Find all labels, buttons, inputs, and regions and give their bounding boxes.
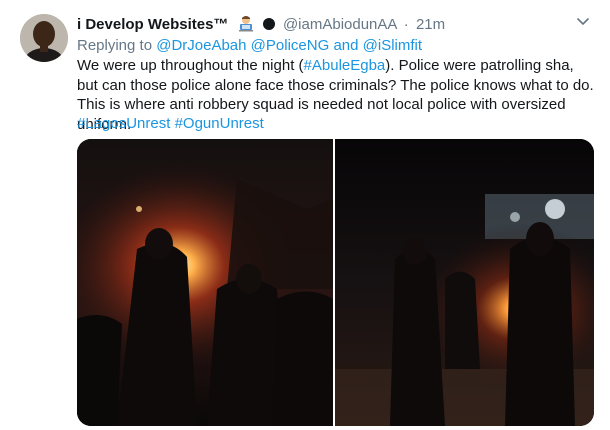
photo-left[interactable]	[77, 139, 333, 426]
tweet-text-part: We were up throughout the night (	[77, 57, 304, 74]
tweet-header: i Develop Websites™ @iamAbiodunAA · 21m	[77, 14, 597, 34]
media-grid	[77, 139, 594, 426]
hashtag-link[interactable]: #LagosUnrest	[77, 115, 170, 132]
avatar[interactable]	[20, 14, 68, 62]
separator: ·	[403, 16, 409, 33]
reply-user-link[interactable]: @iSlimfit	[363, 37, 422, 54]
reply-context: Replying to @DrJoeAbah @PoliceNG and @iS…	[77, 36, 422, 56]
black-circle-icon	[262, 18, 275, 30]
reply-user-link[interactable]: @DrJoeAbah	[156, 37, 246, 54]
hashtag-link[interactable]: #OgunUnrest	[175, 115, 264, 132]
handle[interactable]: @iamAbiodunAA	[283, 16, 397, 33]
reply-and[interactable]: and	[333, 37, 358, 54]
tweet: i Develop Websites™ @iamAbiodunAA · 21m …	[0, 0, 610, 430]
chevron-down-icon[interactable]	[574, 12, 592, 30]
man-technologist-emoji-icon	[237, 14, 255, 38]
hashtag-link[interactable]: #AbuleEgba	[304, 57, 386, 74]
hashtag-line: #LagosUnrest #OgunUnrest	[77, 114, 264, 134]
photo-right[interactable]	[335, 139, 594, 426]
display-name[interactable]: i Develop Websites™	[77, 16, 228, 33]
reply-prefix: Replying to	[77, 37, 153, 54]
reply-user-link[interactable]: @PoliceNG	[251, 37, 330, 54]
timestamp[interactable]: 21m	[416, 16, 445, 33]
